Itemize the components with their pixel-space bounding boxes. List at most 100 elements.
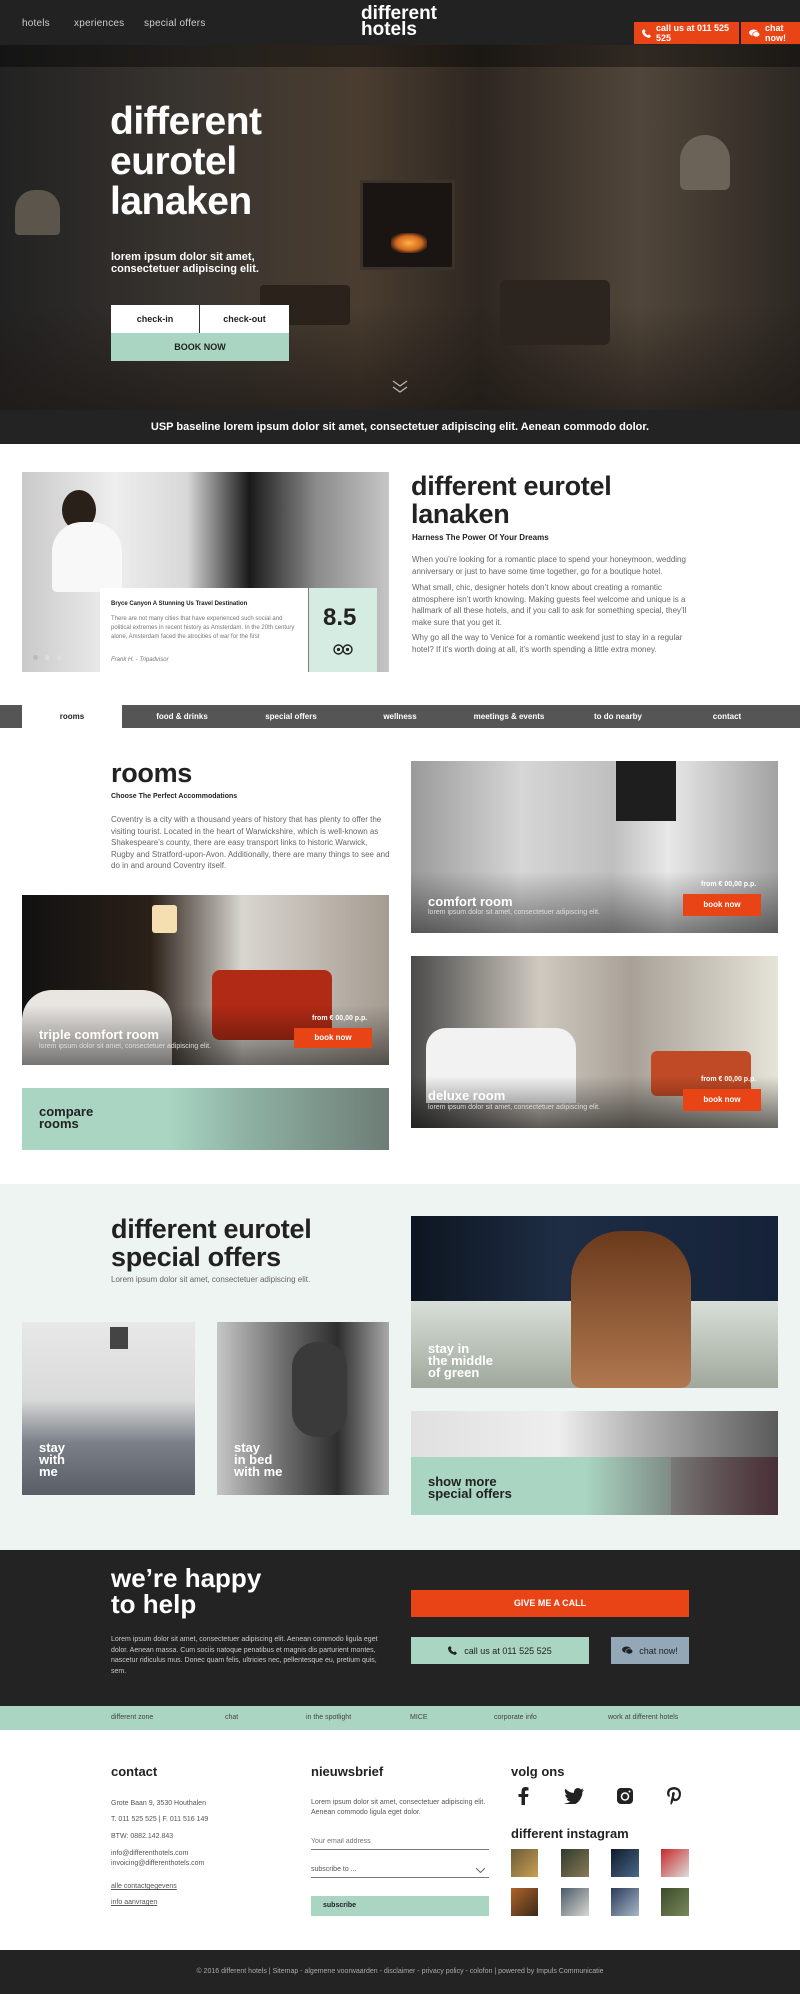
rooms-text: Coventry is a city with a thousand years…	[111, 815, 390, 870]
instagram-thumb[interactable]	[661, 1849, 689, 1877]
review-text: There are not many cities that have expe…	[111, 616, 295, 640]
about-p2: What small, chic, designer hotels don’t …	[412, 583, 687, 627]
subscribe-select[interactable]: subscribe to ...	[311, 1862, 489, 1878]
secondary-nav: different zone chat in the spotlight MIC…	[0, 1706, 800, 1730]
instagram-title: different instagram	[511, 1826, 629, 1841]
about-p3: Why go all the way to Venice for a roman…	[412, 633, 683, 654]
logo-line2: hotels	[361, 19, 417, 40]
lamp-right	[680, 135, 730, 190]
show-more-label: show more special offers	[428, 1474, 512, 1501]
instagram-thumb[interactable]	[661, 1888, 689, 1916]
fireplace	[360, 180, 455, 270]
phone-icon	[448, 1646, 458, 1655]
contact-title: contact	[111, 1764, 158, 1779]
instagram-icon[interactable]	[616, 1787, 634, 1805]
tab-rooms[interactable]: rooms	[22, 705, 122, 728]
carousel-dots	[33, 655, 74, 660]
room-price: from € 00,00 p.p.	[701, 1076, 757, 1083]
subnav-spotlight[interactable]: in the spotlight	[306, 1714, 351, 1721]
room-name: comfort room	[428, 894, 513, 909]
subscribe-button[interactable]: subscribe	[311, 1896, 489, 1916]
chat-button[interactable]: chat now!	[741, 22, 800, 44]
triple-comfort-room-card[interactable]: triple comfort room lorem ipsum dolor si…	[22, 895, 389, 1065]
room-name: deluxe room	[428, 1088, 506, 1103]
offer-label: stay in bed with me	[234, 1440, 283, 1479]
logo[interactable]: different hotels	[361, 4, 437, 40]
twitter-icon[interactable]	[564, 1788, 584, 1804]
usp-bar: USP baseline lorem ipsum dolor sit amet,…	[0, 410, 800, 444]
subnav-mice[interactable]: MICE	[410, 1714, 428, 1721]
chat-icon	[749, 28, 760, 37]
call-button[interactable]: call us at 011 525 525	[634, 22, 739, 44]
about-p1: When you’re looking for a romantic place…	[412, 555, 686, 576]
checkin-field[interactable]: check-in	[111, 305, 199, 333]
facebook-icon[interactable]	[517, 1787, 529, 1805]
offer-stay-card[interactable]: stay with me	[22, 1322, 195, 1495]
offers-title: different eurotel special offers	[111, 1214, 312, 1272]
carousel-dot[interactable]	[57, 655, 62, 660]
carousel-dot[interactable]	[69, 655, 74, 660]
tab-meetings-events[interactable]: meetings & events	[459, 705, 559, 728]
nav-special-offers[interactable]: special offers	[144, 18, 206, 29]
instagram-thumb[interactable]	[611, 1888, 639, 1916]
room-desc: lorem ipsum dolor sit amet, consectetuer…	[428, 1104, 600, 1111]
chat-now-button[interactable]: chat now!	[611, 1637, 689, 1664]
book-now-button[interactable]: BOOK NOW	[111, 333, 289, 361]
carousel-dot[interactable]	[45, 655, 50, 660]
help-section: we’re happy to help Lorem ipsum dolor si…	[0, 1550, 800, 1706]
section-tabs: rooms food & drinks special offers welln…	[0, 705, 800, 728]
compare-rooms-button[interactable]: compare rooms	[22, 1088, 389, 1150]
book-now-button[interactable]: book now	[683, 1089, 761, 1111]
offer-label: stay in the middle of green	[428, 1341, 494, 1380]
help-title: we’re happy to help	[111, 1563, 262, 1619]
offers-subtitle: Lorem ipsum dolor sit amet, consectetuer…	[111, 1275, 311, 1284]
nav-xperiences[interactable]: xperiences	[74, 18, 124, 29]
newsletter-text: Lorem ipsum dolor sit amet, consectetuer…	[311, 1799, 486, 1816]
subnav-work[interactable]: work at different hotels	[608, 1714, 678, 1721]
contact-email-invoicing[interactable]: invoicing@differenthotels.com	[111, 1860, 204, 1867]
instagram-thumb[interactable]	[561, 1849, 589, 1877]
chat-label: chat now!	[765, 23, 786, 43]
give-me-a-call-button[interactable]: GIVE ME A CALL	[411, 1590, 689, 1617]
lamp-left	[15, 190, 60, 235]
info-request-link[interactable]: info aanvragen	[111, 1899, 157, 1906]
pinterest-icon[interactable]	[666, 1787, 682, 1805]
room-desc: lorem ipsum dolor sit amet, consectetuer…	[39, 1043, 211, 1050]
offer-green-card[interactable]: stay in the middle of green	[411, 1216, 778, 1388]
contact-email[interactable]: info@differenthotels.com	[111, 1850, 188, 1857]
hero-subtitle: lorem ipsum dolor sit amet, consectetuer…	[111, 251, 259, 275]
checkout-field[interactable]: check-out	[200, 305, 289, 333]
email-input[interactable]	[311, 1834, 489, 1850]
score-box: 8.5	[309, 588, 377, 672]
instagram-thumb[interactable]	[511, 1849, 538, 1877]
all-contact-link[interactable]: alle contactgegevens	[111, 1883, 177, 1890]
subnav-different-zone[interactable]: different zone	[111, 1714, 153, 1721]
tab-to-do-nearby[interactable]: to do nearby	[568, 705, 668, 728]
subnav-chat[interactable]: chat	[225, 1714, 238, 1721]
book-now-button[interactable]: book now	[294, 1028, 372, 1048]
deluxe-room-card[interactable]: deluxe room lorem ipsum dolor sit amet, …	[411, 956, 778, 1128]
carousel-dot[interactable]	[33, 655, 38, 660]
subnav-corporate-info[interactable]: corporate info	[494, 1714, 537, 1721]
tab-special-offers[interactable]: special offers	[241, 705, 341, 728]
newsletter-title: nieuwsbrief	[311, 1764, 384, 1779]
comfort-room-card[interactable]: comfort room lorem ipsum dolor sit amet,…	[411, 761, 778, 933]
chevron-down-icon[interactable]	[392, 380, 408, 394]
contact-vat: BTW: 0882.142.843	[111, 1833, 174, 1840]
rooms-title: rooms	[111, 758, 193, 788]
offer-bed-card[interactable]: stay in bed with me	[217, 1322, 389, 1495]
tab-contact[interactable]: contact	[677, 705, 777, 728]
instagram-thumb[interactable]	[561, 1888, 589, 1916]
tab-wellness[interactable]: wellness	[350, 705, 450, 728]
instagram-thumb[interactable]	[611, 1849, 639, 1877]
nav-hotels[interactable]: hotels	[22, 18, 50, 29]
review-card: Bryce Canyon A Stunning Us Travel Destin…	[100, 588, 308, 672]
about-subtitle: Harness The Power Of Your Dreams	[412, 533, 549, 542]
tab-food-drinks[interactable]: food & drinks	[132, 705, 232, 728]
instagram-thumb[interactable]	[511, 1888, 538, 1916]
offer-label: stay with me	[39, 1440, 66, 1479]
call-us-button[interactable]: call us at 011 525 525	[411, 1637, 589, 1664]
book-now-button[interactable]: book now	[683, 894, 761, 916]
room-price: from € 00,00 p.p.	[701, 881, 757, 888]
show-more-offers-button[interactable]: show more special offers	[411, 1411, 778, 1515]
